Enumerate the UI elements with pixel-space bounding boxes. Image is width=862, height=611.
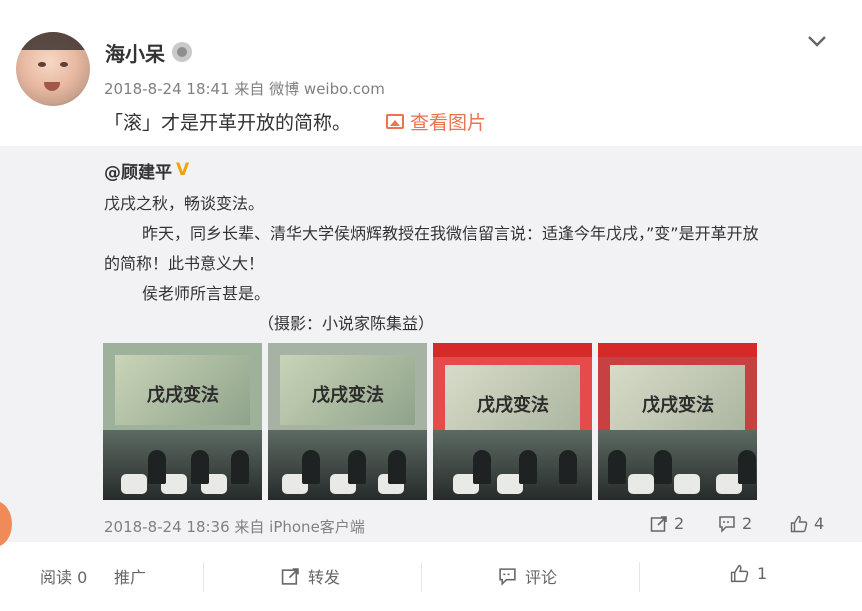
read-count: 阅读 0: [40, 564, 87, 588]
thumbs-up-icon: [790, 515, 808, 532]
weibo-post-card: 海小呆 2018-8-24 18:41 来自 微博 weibo.com 「滚」才…: [0, 0, 862, 611]
image-thumbnail[interactable]: 戊戌变法: [598, 343, 757, 500]
promote-button[interactable]: 推广: [114, 564, 146, 588]
thumbnail-screen-text: 戊戌变法: [147, 385, 219, 406]
post-username[interactable]: 海小呆: [105, 38, 165, 67]
thumbnail-screen-text: 戊戌变法: [312, 385, 384, 406]
verified-icon: V: [176, 160, 190, 180]
comment-button[interactable]: 评论: [498, 564, 557, 588]
comment-icon: [499, 567, 516, 586]
original-text-line: 侯老师所言甚是。: [142, 284, 271, 303]
view-image-label: 查看图片: [410, 112, 487, 134]
post-text: 「滚」才是开革开放的简称。: [104, 112, 352, 134]
repost-button[interactable]: 转发: [281, 564, 340, 588]
image-thumbnail[interactable]: 戊戌变法: [433, 343, 592, 500]
thumbs-up-icon: [730, 564, 749, 583]
image-grid: 戊戌变法 戊戌变法 戊戌变法 戊戌变法: [103, 343, 757, 500]
original-text-line: 昨天，同乡长辈、清华大学侯炳辉教授在我微信留言说：适逢今年戊戌，”变”是开革开放: [142, 224, 759, 243]
original-text-line: 戊戌之秋，畅谈变法。: [104, 194, 265, 213]
original-text-line: 的简称！此书意义大！: [104, 254, 265, 273]
like-button[interactable]: 1: [730, 564, 767, 583]
thumbnail-screen-text: 戊戌变法: [477, 395, 549, 416]
thumbnail-screen-text: 戊戌变法: [642, 395, 714, 416]
like-count: 1: [757, 564, 768, 583]
share-icon: [650, 515, 667, 532]
share-icon: [281, 567, 299, 585]
original-comment-button[interactable]: 2: [718, 514, 752, 533]
post-meta[interactable]: 2018-8-24 18:41 来自 微博 weibo.com: [104, 78, 385, 99]
divider: [421, 562, 422, 592]
avatar[interactable]: [16, 32, 90, 106]
original-like-count: 4: [814, 514, 825, 533]
original-repost-count: 2: [674, 514, 685, 533]
image-thumbnail[interactable]: 戊戌变法: [268, 343, 427, 500]
comment-icon: [719, 515, 735, 533]
original-text-line: （摄影：小说家陈集益）: [258, 314, 435, 333]
chevron-down-icon[interactable]: [806, 32, 828, 50]
divider: [203, 562, 204, 592]
repost-label: 转发: [308, 568, 341, 587]
read-count-label: 阅读 0: [40, 568, 88, 587]
view-image-link[interactable]: 查看图片: [386, 108, 486, 135]
original-like-button[interactable]: 4: [790, 514, 824, 533]
comment-label: 评论: [525, 568, 558, 587]
image-thumbnail[interactable]: 戊戌变法: [103, 343, 262, 500]
original-meta[interactable]: 2018-8-24 18:36 来自 iPhone客户端: [104, 516, 365, 537]
action-toolbar: 阅读 0 推广 转发 评论 1: [0, 542, 862, 611]
divider: [639, 562, 640, 592]
picture-icon: [386, 114, 404, 129]
promote-label: 推广: [114, 568, 147, 587]
member-badge-icon: [172, 42, 192, 62]
original-comment-count: 2: [742, 514, 753, 533]
original-username[interactable]: @顾建平: [104, 158, 172, 183]
original-repost-button[interactable]: 2: [650, 514, 684, 533]
